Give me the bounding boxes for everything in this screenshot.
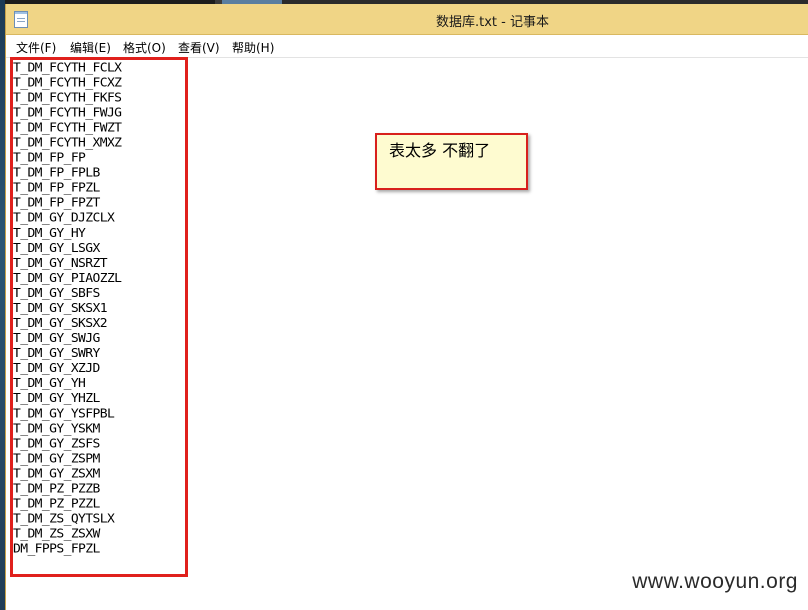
window-title: 数据库.txt - 记事本 [436, 15, 549, 30]
menu-format[interactable]: 格式(O) [123, 39, 166, 56]
annotation-note: 表太多 不翻了 [375, 133, 528, 190]
menu-bar: 文件(F) 编辑(E) 格式(O) 查看(V) 帮助(H) [6, 35, 808, 58]
watermark-text: www.wooyun.org [632, 570, 798, 593]
menu-view[interactable]: 查看(V) [178, 39, 220, 56]
menu-file[interactable]: 文件(F) [16, 39, 56, 56]
menu-edit[interactable]: 编辑(E) [70, 39, 111, 56]
title-bar[interactable]: 数据库.txt - 记事本 [6, 4, 808, 35]
menu-help[interactable]: 帮助(H) [232, 39, 274, 56]
highlight-annotation-box [10, 57, 188, 577]
